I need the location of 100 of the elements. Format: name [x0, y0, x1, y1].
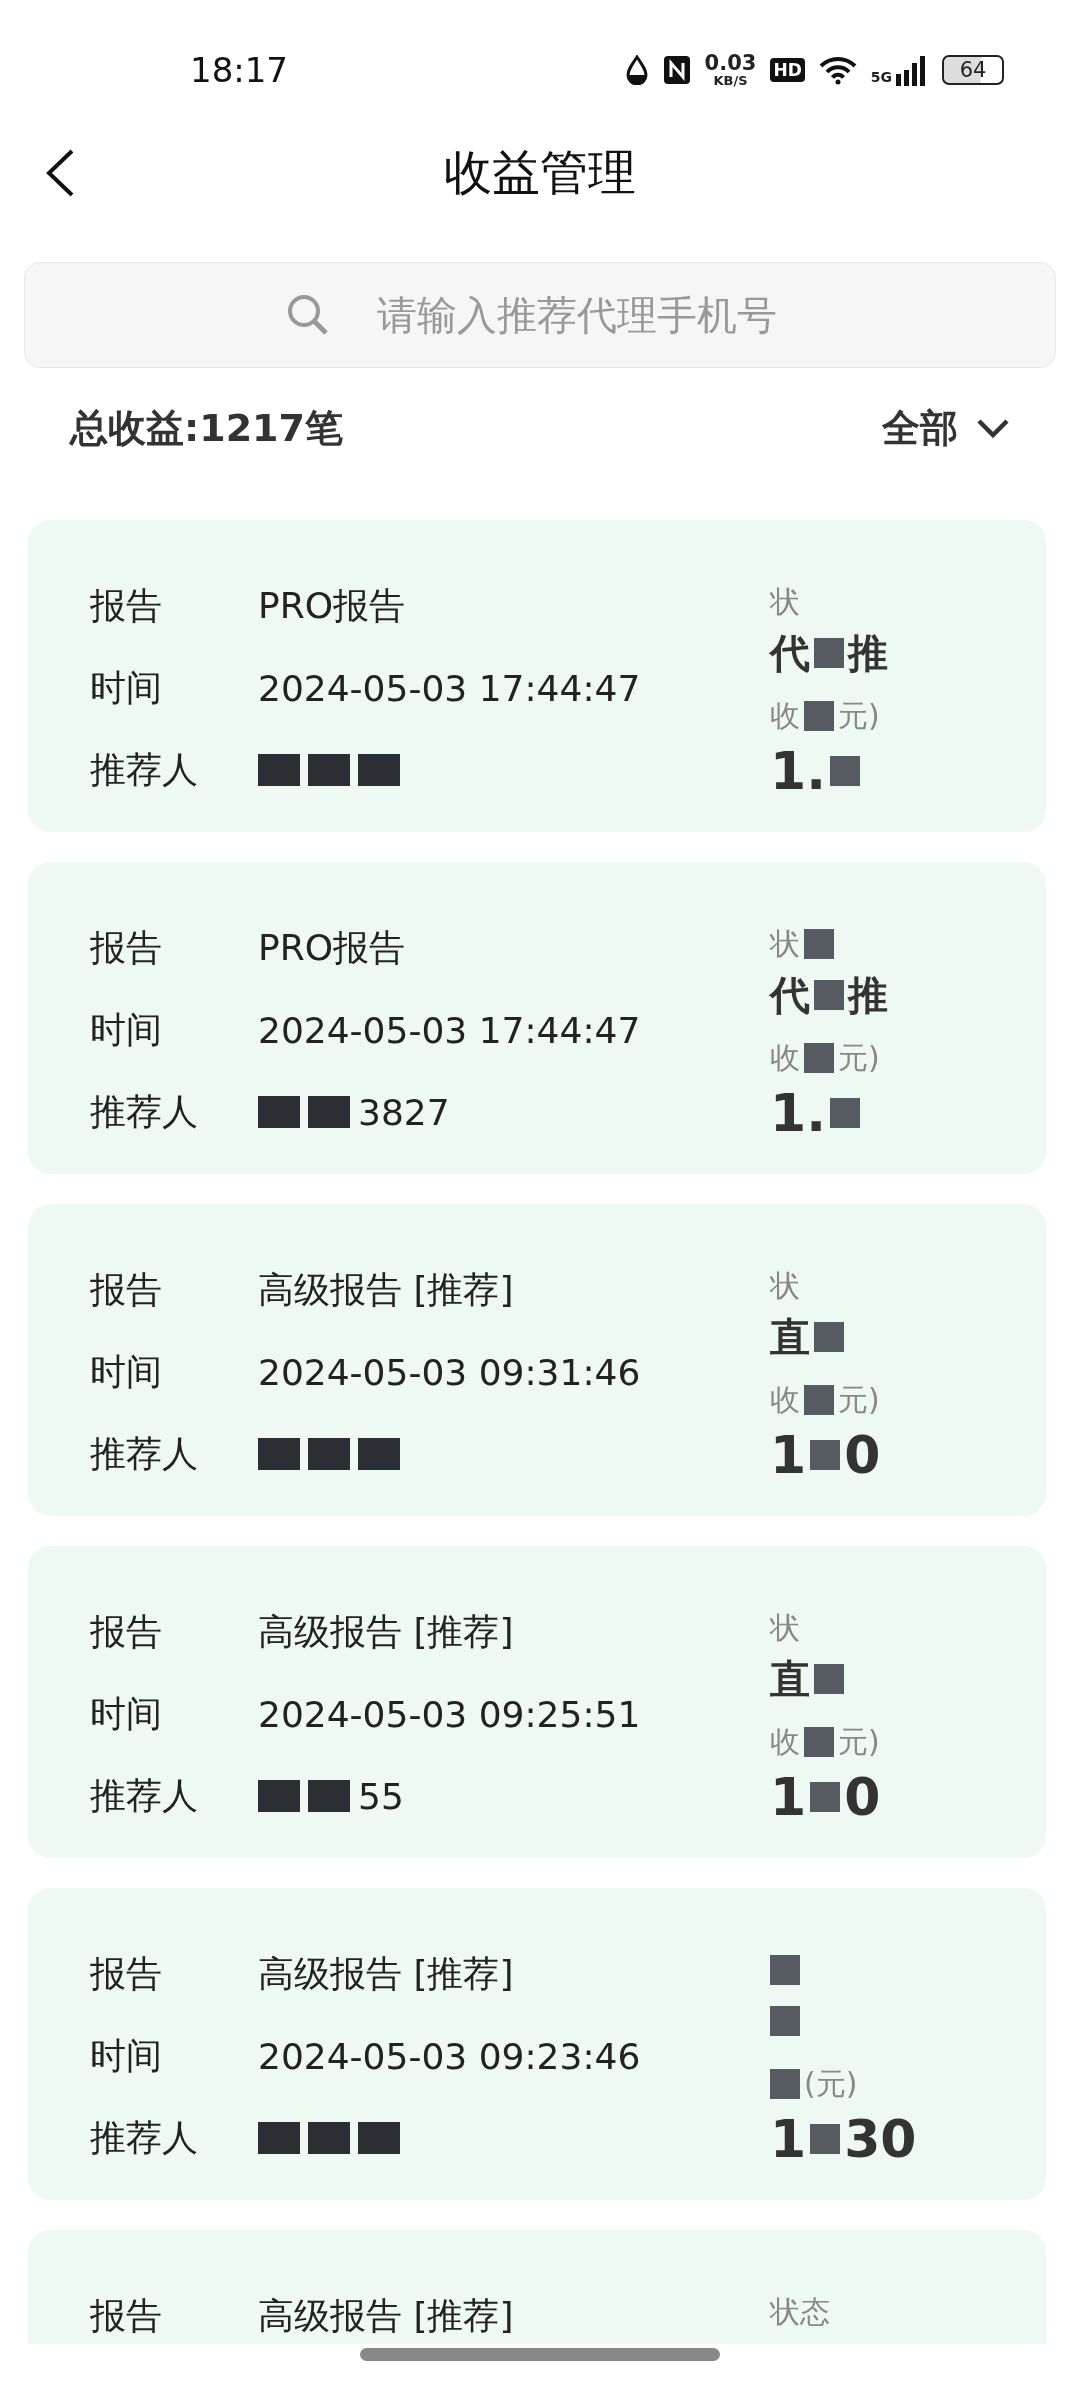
field-value: 3827 [358, 1091, 450, 1133]
income-label: 元) [838, 696, 880, 735]
field-label: 推荐人 [90, 747, 199, 792]
redaction-mark [814, 1322, 844, 1352]
redaction-mark [258, 1096, 300, 1128]
field-value: 2024-05-03 09:31:46 [258, 1351, 641, 1393]
status-value: 直 [770, 1312, 810, 1362]
field-label: 报告 [90, 1267, 163, 1312]
field-value: 高级报告 [推荐] [258, 1609, 514, 1654]
income-amount: 1 [770, 1767, 807, 1827]
field-value: 2024-05-03 17:44:47 [258, 1009, 641, 1051]
status-time: 18:17 [190, 50, 289, 90]
status-label: 状 [770, 1608, 800, 1647]
income-label: 收 [770, 1038, 800, 1077]
income-card[interactable]: 报告 高级报告 [推荐] 时间 2024-05-03 09:23:46 推荐人 (元) 1 30 [28, 1888, 1046, 2200]
redaction-mark [308, 2122, 350, 2154]
redaction-mark [814, 1664, 844, 1694]
income-label: (元) [804, 2064, 858, 2103]
redaction-mark [829, 1098, 860, 1128]
signal-icon [894, 54, 928, 86]
income-card[interactable]: 报告 PRO报告 时间 2024-05-03 17:44:47 推荐人 3827 状 代 推 收 元) 1. [28, 862, 1046, 1174]
income-label: 收 [770, 696, 800, 735]
network-type: 5G [870, 69, 892, 85]
income-amount: 0 [844, 1425, 881, 1485]
field-label: 时间 [90, 1691, 163, 1736]
field-value: PRO报告 [258, 583, 406, 628]
field-label: 时间 [90, 665, 163, 710]
income-amount: 1 [770, 1425, 807, 1485]
nfc-icon [662, 55, 691, 85]
field-label: 推荐人 [90, 1089, 199, 1134]
field-label: 推荐人 [90, 1431, 199, 1476]
status-label: 状 [770, 582, 800, 621]
income-label: 元) [838, 1038, 880, 1077]
redaction-mark [804, 1385, 834, 1415]
status-value: 代 [770, 970, 810, 1020]
field-label: 时间 [90, 1007, 163, 1052]
field-label: 报告 [90, 1951, 163, 1996]
redaction-mark [804, 1727, 834, 1757]
field-label: 推荐人 [90, 1773, 199, 1818]
redaction-mark [358, 1438, 400, 1470]
redaction-mark [814, 638, 844, 668]
income-amount: 0 [844, 1767, 881, 1827]
field-value: 高级报告 [推荐] [258, 2293, 514, 2338]
income-card[interactable]: 报告 PRO报告 时间 2024-05-03 17:44:47 推荐人 状 代 推 收 元) 1. [28, 520, 1046, 832]
speed-unit: KB/S [713, 74, 748, 87]
income-amount: 1. [770, 741, 826, 801]
field-label: 报告 [90, 583, 163, 628]
redaction-mark [308, 754, 350, 786]
income-label: 收 [770, 1722, 800, 1761]
redaction-mark [810, 1782, 841, 1812]
field-value: 高级报告 [推荐] [258, 1951, 514, 1996]
redaction-mark [258, 1438, 300, 1470]
field-value: 2024-05-03 09:23:46 [258, 2035, 641, 2077]
redaction-mark [770, 1955, 800, 1985]
income-amount: 1. [770, 1083, 826, 1143]
redaction-mark [308, 1096, 350, 1128]
search-icon [286, 293, 330, 337]
chevron-down-icon [976, 418, 1010, 438]
income-card[interactable]: 报告 高级报告 [推荐] 时间 2024-05-03 09:31:46 推荐人 状 直 收 元) 1 0 [28, 1204, 1046, 1516]
hd-badge: HD [770, 58, 805, 82]
status-value: 推 [848, 970, 888, 1020]
redaction-mark [358, 2122, 400, 2154]
income-card[interactable]: 报告 高级报告 [推荐] 时间 2024-05-03 09:25:51 推荐人 55 状 直 收 元) 1 0 [28, 1546, 1046, 1858]
redaction-mark [810, 2124, 841, 2154]
field-value: 55 [358, 1775, 404, 1817]
redaction-mark [829, 756, 860, 786]
field-label: 报告 [90, 2293, 163, 2338]
field-label: 时间 [90, 2033, 163, 2078]
status-value: 直 [770, 1654, 810, 1704]
redaction-mark [770, 2069, 800, 2099]
redaction-mark [308, 1780, 350, 1812]
redaction-mark [804, 701, 834, 731]
field-value: PRO报告 [258, 925, 406, 970]
redaction-mark [770, 2006, 800, 2036]
status-value: 推 [848, 628, 888, 678]
battery-indicator: 64 [942, 55, 1004, 85]
redaction-mark [258, 754, 300, 786]
income-label: 元) [838, 1722, 880, 1761]
search-field[interactable]: 请输入推荐代理手机号 [24, 262, 1056, 368]
income-label: 收 [770, 1380, 800, 1419]
drop-icon [624, 55, 649, 85]
field-label: 报告 [90, 1609, 163, 1654]
income-label: 元) [838, 1380, 880, 1419]
income-card[interactable]: 报告 高级报告 [推荐] 状态 [28, 2230, 1046, 2344]
redaction-mark [804, 929, 834, 959]
field-value: 2024-05-03 17:44:47 [258, 667, 641, 709]
field-label: 报告 [90, 925, 163, 970]
status-label: 状 [770, 1266, 800, 1305]
income-amount: 1 [770, 2109, 807, 2169]
redaction-mark [804, 1043, 834, 1073]
field-label: 推荐人 [90, 2115, 199, 2160]
redaction-mark [358, 754, 400, 786]
wifi-icon [818, 55, 857, 85]
redaction-mark [308, 1438, 350, 1470]
page-title: 收益管理 [444, 143, 636, 202]
status-label: 状态 [770, 2292, 830, 2331]
redaction-mark [258, 1780, 300, 1812]
redaction-mark [810, 1440, 841, 1470]
filter-dropdown[interactable]: 全部 [882, 402, 1010, 454]
status-label: 状 [770, 924, 800, 963]
